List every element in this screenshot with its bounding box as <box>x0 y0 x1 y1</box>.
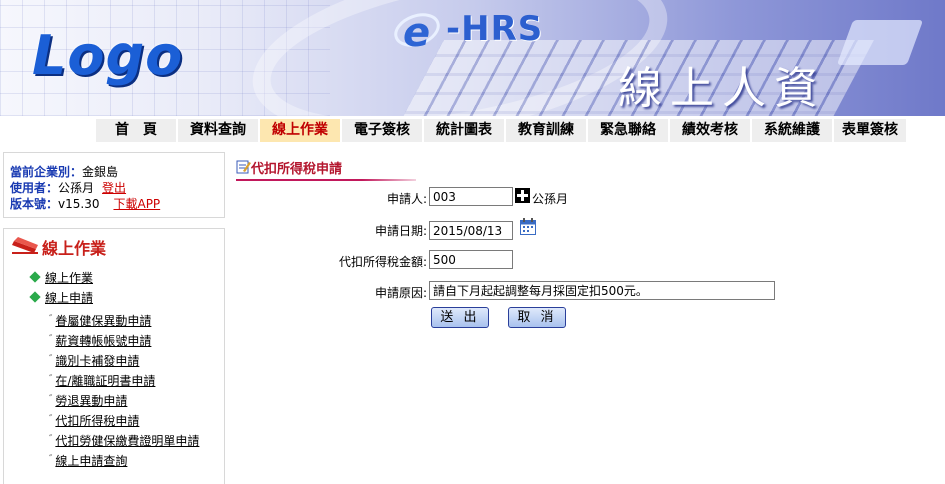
company-value: 金銀島 <box>82 165 119 179</box>
sidebar-item-label: 眷屬健保異動申請 <box>55 314 152 328</box>
version-label: 版本號： <box>10 197 59 211</box>
apply-date-label: 申請日期: <box>374 224 427 238</box>
nav-item-data-query[interactable]: 資料查詢 <box>178 119 258 142</box>
nav-item-online-operations[interactable]: 線上作業 <box>260 119 340 142</box>
ehrs-e-letter: e <box>403 10 430 54</box>
ehrs-e-logo-icon: e <box>394 10 440 54</box>
reason-input[interactable] <box>429 281 775 300</box>
sidebar-item-label: 線上申請查詢 <box>55 454 128 468</box>
sub-item-marker-icon: ″ <box>49 374 53 384</box>
cancel-button[interactable]: 取 消 <box>508 307 566 328</box>
sidebar-item-label: 識別卡補發申請 <box>55 354 140 368</box>
sidebar-item-label: 勞退異動申請 <box>55 394 128 408</box>
form-title-underline <box>236 179 416 181</box>
nav-item-emergency-contact[interactable]: 緊急聯絡 <box>588 119 668 142</box>
logout-link[interactable]: 登出 <box>102 181 126 195</box>
banner-subtitle: 線上人資 <box>618 63 826 114</box>
sidebar-node-online-operations[interactable]: 線上作業 <box>29 269 94 286</box>
user-row: 使用者：公孫月 登出 <box>10 180 224 196</box>
user-value: 公孫月 <box>58 181 95 195</box>
sub-item-marker-icon: ″ <box>49 394 53 404</box>
nav-item-home[interactable]: 首 頁 <box>96 119 176 142</box>
sub-item-marker-icon: ″ <box>49 354 53 364</box>
nav-item-statistics[interactable]: 統計圖表 <box>424 119 504 142</box>
nav-item-form-approval[interactable]: 表單簽核 <box>834 119 906 142</box>
nav-item-training[interactable]: 教育訓練 <box>506 119 586 142</box>
sidebar-item-label: 在/離職証明書申請 <box>55 374 156 388</box>
version-value: v15.30 <box>58 197 100 211</box>
logo: Logo <box>32 24 184 87</box>
applicant-id-input[interactable] <box>429 187 513 206</box>
top-nav: 首 頁 資料查詢 線上作業 電子簽核 統計圖表 教育訓練 緊急聯絡 績效考核 系… <box>0 116 945 146</box>
sidebar-node-online-application[interactable]: 線上申請 <box>29 289 94 306</box>
tax-amount-label: 代扣所得稅金額: <box>338 255 427 269</box>
sidebar-item-insurance-payment-certificate[interactable]: ″ 代扣勞健保繳費證明單申請 <box>49 432 199 449</box>
sidebar-item-pension-change[interactable]: ″ 勞退異動申請 <box>49 392 127 409</box>
sub-item-marker-icon: ″ <box>49 414 53 424</box>
sidebar-item-application-query[interactable]: ″ 線上申請查詢 <box>49 452 127 469</box>
sidebar-item-id-card-reissue[interactable]: ″ 識別卡補發申請 <box>49 352 139 369</box>
pen-icon <box>12 237 38 254</box>
user-info-panel: 當前企業別：金銀島 使用者：公孫月 登出 版本號：v15.30 下載APP <box>3 152 225 218</box>
applicant-name: 公孫月 <box>532 192 569 206</box>
diamond-bullet-icon <box>29 291 41 303</box>
nav-item-e-approval[interactable]: 電子簽核 <box>342 119 422 142</box>
sub-item-marker-icon: ″ <box>49 314 53 324</box>
calendar-icon[interactable] <box>520 218 536 235</box>
sidebar-item-dependent-insurance[interactable]: ″ 眷屬健保異動申請 <box>49 312 151 329</box>
company-label: 當前企業別： <box>10 165 83 179</box>
sidebar-item-label: 代扣所得稅申請 <box>55 414 140 428</box>
applicant-label: 申請人: <box>386 192 427 206</box>
sidebar-item-withholding-tax[interactable]: ″ 代扣所得稅申請 <box>49 412 139 429</box>
sidebar-item-label: 代扣勞健保繳費證明單申請 <box>55 434 200 448</box>
header-banner: Logo e -HRS 線上人資 <box>0 0 945 116</box>
nav-item-performance[interactable]: 績效考核 <box>670 119 750 142</box>
sub-item-marker-icon: ″ <box>49 434 53 444</box>
company-row: 當前企業別：金銀島 <box>10 164 224 180</box>
sub-item-marker-icon: ″ <box>49 454 53 464</box>
sub-item-marker-icon: ″ <box>49 334 53 344</box>
edit-form-icon <box>236 160 251 174</box>
keyboard-key-graphic <box>836 20 924 65</box>
version-row: 版本號：v15.30 下載APP <box>10 196 224 212</box>
tax-amount-input[interactable] <box>429 250 513 269</box>
ehrs-brand-text: -HRS <box>446 9 544 49</box>
diamond-bullet-icon <box>29 271 41 283</box>
submit-button[interactable]: 送 出 <box>431 307 489 328</box>
download-app-link[interactable]: 下載APP <box>113 197 160 211</box>
form-title: 代扣所得稅申請 <box>251 162 343 177</box>
sidebar-item-salary-account[interactable]: ″ 薪資轉帳帳號申請 <box>49 332 151 349</box>
user-label: 使用者： <box>10 181 59 195</box>
sidebar-title: 線上作業 <box>42 239 107 258</box>
sidebar-node-label: 線上作業 <box>45 271 94 285</box>
add-employee-icon[interactable] <box>515 188 530 203</box>
sidebar-item-employment-certificate[interactable]: ″ 在/離職証明書申請 <box>49 372 155 389</box>
reason-label: 申請原因: <box>374 286 427 300</box>
sidebar-item-label: 薪資轉帳帳號申請 <box>55 334 152 348</box>
apply-date-input[interactable] <box>429 221 513 240</box>
sidebar-node-label: 線上申請 <box>45 291 94 305</box>
sidebar-menu: 線上作業 線上作業 線上申請 ″ 眷屬健保異動申請 ″ 薪資轉帳帳號申請 ″ 識別卡補… <box>3 228 225 484</box>
nav-item-system-maintenance[interactable]: 系統維護 <box>752 119 832 142</box>
